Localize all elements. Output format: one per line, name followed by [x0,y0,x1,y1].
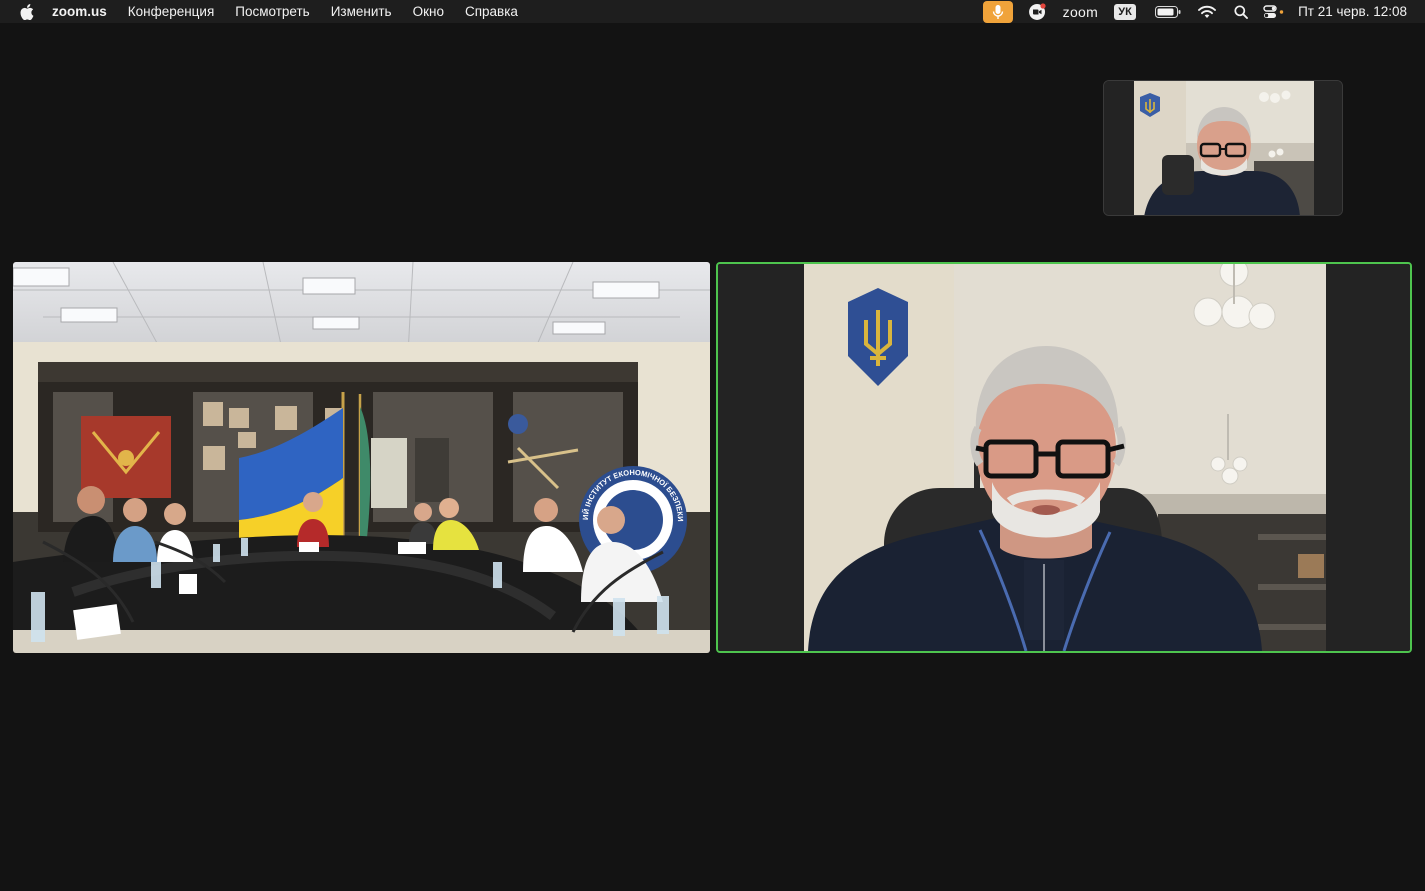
menu-conference[interactable]: Конференция [128,4,215,19]
zoom-status-icon[interactable] [1023,0,1051,23]
search-icon[interactable] [1232,0,1250,23]
app-menu-zoom[interactable]: zoom.us [52,4,107,19]
control-center-icon[interactable] [1262,0,1286,23]
menu-help[interactable]: Справка [465,4,518,19]
conference-room-video-frame: ИЙ ІНСТИТУТ ЕКОНОМІЧНОЇ БЕЗПЕКИ ТА М [13,262,710,653]
conference-room-video-tile[interactable]: ИЙ ІНСТИТУТ ЕКОНОМІЧНОЇ БЕЗПЕКИ ТА М [13,262,710,653]
wifi-icon[interactable] [1196,0,1218,23]
apple-icon[interactable] [17,3,37,20]
self-view-video-frame [1104,81,1342,215]
active-speaker-video-tile[interactable] [716,262,1412,653]
status-tray: zoom УК Пт 21 черв. 12:08 [982,0,1425,23]
microphone-icon[interactable] [982,0,1013,23]
active-speaker-video-frame [718,264,1410,651]
battery-icon[interactable] [1154,0,1182,23]
menu-bar-clock[interactable]: Пт 21 черв. 12:08 [1298,4,1407,19]
menu-view[interactable]: Посмотреть [235,4,309,19]
self-view-thumbnail[interactable] [1103,80,1343,216]
zoom-tray-label: zoom [1062,3,1099,20]
menu-edit[interactable]: Изменить [331,4,392,19]
menu-bar: zoom.us Конференция Посмотреть Изменить … [0,0,1425,23]
menu-window[interactable]: Окно [413,4,444,19]
input-language-indicator[interactable]: УК [1114,3,1137,20]
